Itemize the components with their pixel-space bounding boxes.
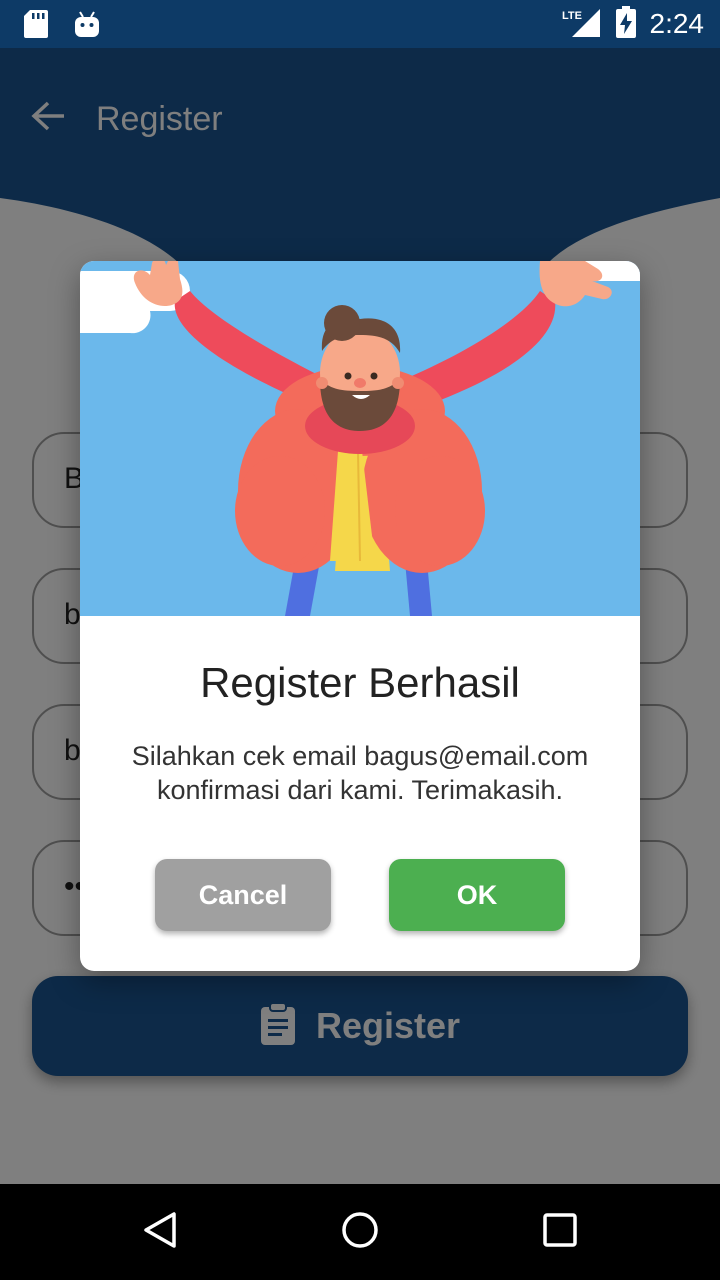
dialog-message-line-1: Silahkan cek email bagus@email.com bbox=[131, 741, 589, 771]
cancel-button[interactable]: Cancel bbox=[155, 859, 331, 931]
navigation-bar bbox=[0, 1184, 720, 1280]
dialog-message-line-2: konfirmasi dari kami. Terimakasih. bbox=[156, 775, 564, 805]
home-circle-icon bbox=[340, 1210, 380, 1255]
celebration-illustration bbox=[80, 261, 640, 616]
ok-button[interactable]: OK bbox=[389, 859, 565, 931]
nav-back-button[interactable] bbox=[136, 1208, 184, 1256]
dialog-title: Register Berhasil bbox=[200, 659, 520, 706]
nav-home-button[interactable] bbox=[336, 1208, 384, 1256]
dialog-message: Silahkan cek email bagus@email.com konfi… bbox=[100, 739, 620, 807]
success-dialog: Register Berhasil Silahkan cek email bag… bbox=[80, 261, 640, 971]
nav-recents-button[interactable] bbox=[536, 1208, 584, 1256]
recents-square-icon bbox=[540, 1210, 580, 1255]
back-triangle-icon bbox=[140, 1210, 180, 1255]
